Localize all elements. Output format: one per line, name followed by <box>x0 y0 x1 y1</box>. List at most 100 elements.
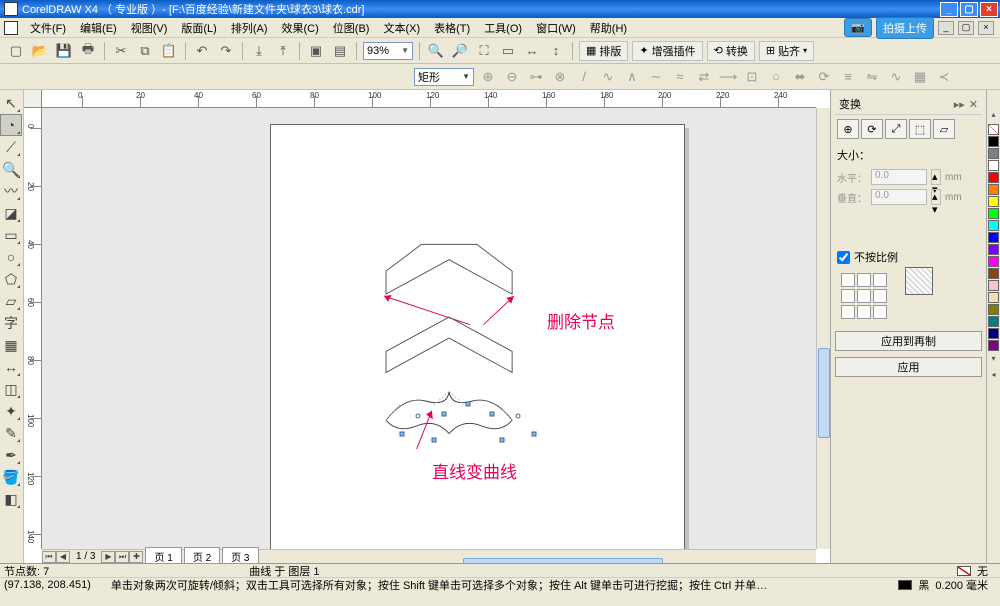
copy-icon[interactable]: ⧉ <box>135 41 155 61</box>
rectangle-tool[interactable]: ▭ <box>0 224 22 246</box>
maximize-button[interactable]: ▢ <box>960 2 978 17</box>
curve-node[interactable] <box>442 412 447 417</box>
control-handle[interactable] <box>416 414 421 419</box>
text-tool[interactable]: 字 <box>0 312 22 334</box>
welcome-icon[interactable]: ▤ <box>330 41 350 61</box>
break-node-icon[interactable]: ⊗ <box>550 67 570 87</box>
doc-maximize-button[interactable]: ▢ <box>958 21 974 35</box>
join-nodes-icon[interactable]: ⊶ <box>526 67 546 87</box>
table-tool[interactable]: ▦ <box>0 334 22 356</box>
scrollbar-vertical[interactable] <box>816 108 830 549</box>
redo-icon[interactable]: ↷ <box>216 41 236 61</box>
size-icon[interactable]: ⬚ <box>909 119 931 139</box>
color-swatch[interactable] <box>988 328 999 339</box>
color-swatch[interactable] <box>988 220 999 231</box>
curve-node[interactable] <box>400 432 405 437</box>
color-swatch[interactable] <box>988 172 999 183</box>
app-launcher-icon[interactable]: ▣ <box>306 41 326 61</box>
rotate-icon[interactable]: ⟳ <box>814 67 834 87</box>
smooth-node-icon[interactable]: ∼ <box>646 67 666 87</box>
page-tab-2[interactable]: 页 2 <box>184 547 220 563</box>
zoom-combo[interactable]: 93% ▼ <box>363 42 413 60</box>
menu-arrange[interactable]: 排列(A) <box>225 18 274 38</box>
color-swatch[interactable] <box>988 208 999 219</box>
doc-close-button[interactable]: × <box>978 21 994 35</box>
print-icon[interactable]: 🖶 <box>78 41 98 61</box>
prev-page-button[interactable]: ◀ <box>56 551 70 563</box>
curve-node[interactable] <box>466 402 471 407</box>
ruler-horizontal[interactable]: 020406080100120140160180200220240260 <box>42 90 816 108</box>
control-handle[interactable] <box>516 414 521 419</box>
position-icon[interactable]: ⊕ <box>837 119 859 139</box>
cusp-node-icon[interactable]: ∧ <box>622 67 642 87</box>
color-swatch[interactable] <box>988 160 999 171</box>
to-curve-icon[interactable]: ∿ <box>598 67 618 87</box>
shape-preset-combo[interactable]: 矩形 ▼ <box>414 68 474 86</box>
outline-swatch[interactable] <box>898 580 912 590</box>
paiban-button[interactable]: ▦排版 <box>579 41 628 61</box>
color-swatch[interactable] <box>988 292 999 303</box>
color-swatch[interactable] <box>988 136 999 147</box>
docker-collapse-icon[interactable]: ▸▸ <box>954 98 965 111</box>
ruler-origin[interactable] <box>24 90 42 108</box>
color-swatch[interactable] <box>988 316 999 327</box>
pick-tool[interactable]: ↖ <box>0 92 22 114</box>
save-icon[interactable]: 💾 <box>54 41 74 61</box>
paste-icon[interactable]: 📋 <box>159 41 179 61</box>
color-swatch[interactable] <box>988 232 999 243</box>
align-icon[interactable]: ≡ <box>838 67 858 87</box>
palette-up-icon[interactable]: ▴ <box>988 110 1000 122</box>
reflect-h-icon[interactable]: ⇋ <box>862 67 882 87</box>
curve-node[interactable] <box>532 432 537 437</box>
menu-file[interactable]: 文件(F) <box>24 18 72 38</box>
fill-tool[interactable]: 🪣 <box>0 466 22 488</box>
skew-icon[interactable]: ▱ <box>933 119 955 139</box>
snap-button[interactable]: ⊞贴齐▾ <box>759 41 814 61</box>
connector-tool[interactable]: ◫ <box>0 378 22 400</box>
open-icon[interactable]: 📂 <box>30 41 50 61</box>
v-input[interactable]: 0.0 <box>871 189 927 205</box>
menu-help[interactable]: 帮助(H) <box>584 18 633 38</box>
scale-icon[interactable]: ⤢ <box>885 119 907 139</box>
docker-close-icon[interactable]: ✕ <box>969 98 978 111</box>
extend-icon[interactable]: ⟶ <box>718 67 738 87</box>
outline-tool[interactable]: ✒ <box>0 444 22 466</box>
symm-node-icon[interactable]: ≈ <box>670 67 690 87</box>
import-icon[interactable]: ⤓ <box>249 41 269 61</box>
doc-minimize-button[interactable]: _ <box>938 21 954 35</box>
color-swatch[interactable] <box>988 268 999 279</box>
last-page-button[interactable]: ⏭ <box>115 551 129 563</box>
elastic-icon[interactable]: ∿ <box>886 67 906 87</box>
color-swatch[interactable] <box>988 148 999 159</box>
zoom-fit-icon[interactable]: ⛶ <box>474 41 494 61</box>
page-tab-3[interactable]: 页 3 <box>222 547 258 563</box>
add-page-button[interactable]: ✚ <box>129 551 143 563</box>
menu-tools[interactable]: 工具(O) <box>478 18 528 38</box>
palette-expand-icon[interactable]: ◂ <box>988 370 1000 382</box>
stretch-icon[interactable]: ⬌ <box>790 67 810 87</box>
color-swatch[interactable] <box>988 280 999 291</box>
upload-button[interactable]: 拍摄上传 <box>876 17 934 39</box>
basic-shapes-tool[interactable]: ▱ <box>0 290 22 312</box>
freehand-tool[interactable]: 〰 <box>0 180 22 202</box>
no-color-swatch[interactable] <box>988 124 999 135</box>
canvas[interactable]: 删除节点 直线变曲线 <box>42 108 816 549</box>
zoom-width-icon[interactable]: ↔ <box>522 41 542 61</box>
menu-table[interactable]: 表格(T) <box>428 18 476 38</box>
zoom-in-icon[interactable]: 🔍 <box>426 41 446 61</box>
menu-window[interactable]: 窗口(W) <box>530 18 582 38</box>
color-swatch[interactable] <box>988 340 999 351</box>
curve-node[interactable] <box>432 438 437 443</box>
menu-layout[interactable]: 版面(L) <box>175 18 222 38</box>
convert-button[interactable]: ⟲转换 <box>707 41 755 61</box>
color-swatch[interactable] <box>988 244 999 255</box>
delete-node-icon[interactable]: ⊖ <box>502 67 522 87</box>
next-page-button[interactable]: ▶ <box>101 551 115 563</box>
zoom-out-icon[interactable]: 🔎 <box>450 41 470 61</box>
scroll-thumb-v[interactable] <box>818 348 830 438</box>
page-tab-1[interactable]: 页 1 <box>145 547 181 563</box>
menu-text[interactable]: 文本(X) <box>377 18 426 38</box>
anchor-grid[interactable] <box>841 273 887 319</box>
apply-copy-button[interactable]: 应用到再制 <box>835 331 982 351</box>
shape-tool[interactable]: ◔ <box>0 114 22 136</box>
